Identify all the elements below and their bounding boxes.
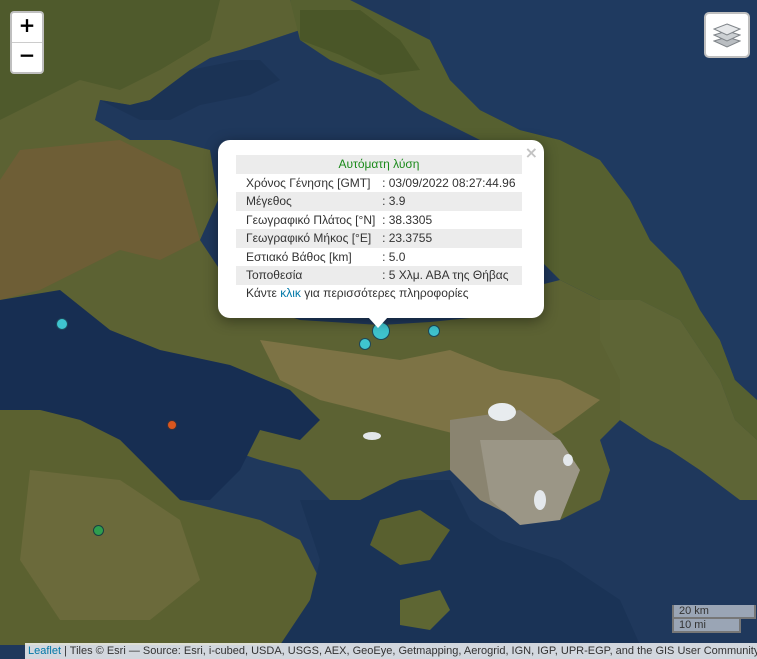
earthquake-marker[interactable] bbox=[93, 525, 104, 536]
info-label: Τοποθεσία bbox=[236, 266, 383, 285]
info-label: Μέγεθος bbox=[236, 192, 383, 211]
scale-mi: 10 mi bbox=[672, 619, 741, 633]
zoom-out-button[interactable]: − bbox=[12, 42, 42, 72]
info-value: : 38.3305 bbox=[382, 212, 433, 227]
scale-bar: 20 km 10 mi bbox=[672, 605, 756, 633]
info-row: Μέγεθος : 3.9 bbox=[236, 192, 522, 211]
earthquake-marker[interactable] bbox=[428, 325, 440, 337]
info-label: Γεωγραφικό Μήκος [°E] bbox=[236, 229, 383, 248]
popup-title: Αυτόματη λύση bbox=[236, 155, 522, 174]
attribution-text: | Tiles © Esri — Source: Esri, i-cubed, … bbox=[61, 645, 757, 657]
info-row: Γεωγραφικό Μήκος [°E] : 23.3755 bbox=[236, 229, 522, 248]
popup-close-button[interactable]: × bbox=[525, 143, 538, 162]
info-value: : 23.3755 bbox=[382, 229, 522, 248]
more-info-link[interactable]: κλικ bbox=[280, 286, 301, 300]
scale-km: 20 km bbox=[672, 605, 756, 619]
earthquake-marker[interactable] bbox=[167, 420, 177, 430]
zoom-control: + − bbox=[10, 11, 44, 74]
earthquake-info-table: Αυτόματη λύση Χρόνος Γένησης [GMT] : 03/… bbox=[236, 155, 522, 285]
info-value: : 5 Χλμ. ΑΒΑ της Θήβας bbox=[382, 266, 522, 285]
leaflet-link[interactable]: Leaflet bbox=[28, 645, 61, 657]
popup-title-row: Αυτόματη λύση bbox=[236, 155, 522, 174]
popup-tip bbox=[368, 317, 388, 328]
info-value: : 03/09/2022 08:27:44.96 bbox=[382, 175, 516, 190]
earthquake-marker[interactable] bbox=[359, 338, 371, 350]
info-value: : 5.0 bbox=[382, 249, 406, 264]
info-row: Εστιακό Βάθος [km] : 5.0 bbox=[236, 248, 522, 267]
more-info-suffix: για περισσότερες πληροφορίες bbox=[300, 285, 469, 300]
attribution: Leaflet | Tiles © Esri — Source: Esri, i… bbox=[25, 643, 757, 659]
info-label: Γεωγραφικό Πλάτος [°N] bbox=[246, 212, 376, 227]
info-value: : 3.9 bbox=[382, 192, 522, 211]
info-row: Γεωγραφικό Πλάτος [°N] : 38.3305 bbox=[236, 211, 522, 230]
more-info-text: Κάντε κλικ για περισσότερες πληροφορίες bbox=[236, 285, 526, 300]
zoom-in-button[interactable]: + bbox=[12, 13, 42, 42]
layers-icon bbox=[713, 23, 741, 48]
map-view[interactable]: + − × Αυτόματη λύση Χρόνος Γένησης [GMT]… bbox=[0, 0, 757, 659]
info-label: Εστιακό Βάθος [km] bbox=[246, 249, 352, 264]
info-row: Τοποθεσία : 5 Χλμ. ΑΒΑ της Θήβας bbox=[236, 266, 522, 285]
info-row: Χρόνος Γένησης [GMT] : 03/09/2022 08:27:… bbox=[236, 174, 522, 193]
earthquake-popup: × Αυτόματη λύση Χρόνος Γένησης [GMT] : 0… bbox=[218, 140, 544, 328]
earthquake-marker[interactable] bbox=[56, 318, 68, 330]
layers-button[interactable] bbox=[704, 12, 750, 58]
more-info-prefix: Κάντε bbox=[246, 285, 281, 300]
info-label: Χρόνος Γένησης [GMT] bbox=[246, 175, 371, 190]
